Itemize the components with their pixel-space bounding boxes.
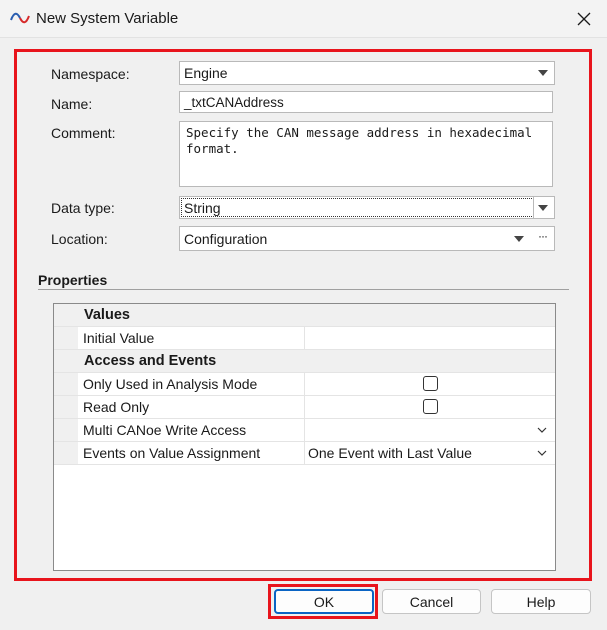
datatype-label: Data type: (51, 200, 115, 216)
property-row-events-assignment[interactable]: Events on Value Assignment One Event wit… (54, 442, 555, 465)
row-gutter (54, 373, 78, 395)
title-bar: New System Variable (0, 0, 607, 38)
read-only-checkbox[interactable] (423, 399, 438, 414)
row-gutter (54, 396, 78, 418)
dropdown-arrow-icon (514, 235, 524, 242)
location-label: Location: (51, 231, 108, 247)
column-divider (304, 373, 305, 395)
property-row-analysis-mode[interactable]: Only Used in Analysis Mode (54, 373, 555, 396)
name-value: _txtCANAddress (184, 94, 284, 110)
section-divider (38, 289, 569, 290)
column-divider (304, 396, 305, 418)
row-gutter (54, 419, 78, 441)
name-label: Name: (51, 96, 93, 112)
chevron-down-icon[interactable] (537, 425, 547, 435)
property-name: Initial Value (83, 330, 155, 346)
category-values: Values (84, 307, 130, 323)
properties-grid[interactable]: Values Initial Value Access and Events O… (53, 303, 556, 571)
datatype-value: String (184, 199, 221, 216)
row-gutter (54, 327, 78, 349)
location-combobox[interactable]: Configuration ··· (179, 226, 555, 251)
chevron-down-icon[interactable] (537, 448, 547, 458)
focus-rect (181, 198, 534, 217)
analysis-mode-checkbox[interactable] (423, 376, 438, 391)
property-name: Only Used in Analysis Mode (83, 376, 258, 392)
row-gutter (54, 442, 78, 464)
property-value[interactable]: One Event with Last Value (308, 445, 472, 461)
cancel-button[interactable]: Cancel (382, 589, 481, 614)
property-row-read-only[interactable]: Read Only (54, 396, 555, 419)
namespace-label: Namespace: (51, 66, 130, 82)
properties-heading: Properties (38, 272, 108, 288)
dropdown-arrow-icon (538, 70, 548, 76)
category-access-events: Access and Events (84, 353, 217, 369)
window-title: New System Variable (36, 10, 179, 27)
namespace-value: Engine (184, 65, 228, 81)
property-name: Read Only (83, 399, 150, 415)
signal-wave-icon (10, 12, 30, 24)
namespace-combobox[interactable]: Engine (179, 61, 555, 85)
property-name: Events on Value Assignment (83, 445, 261, 461)
browse-button[interactable]: ··· (538, 229, 548, 243)
property-name: Multi CANoe Write Access (83, 422, 247, 438)
category-row[interactable]: Access and Events (54, 350, 555, 373)
name-input[interactable]: _txtCANAddress (179, 91, 553, 113)
comment-label: Comment: (51, 125, 116, 141)
property-row-initial-value[interactable]: Initial Value (54, 327, 555, 350)
combo-divider (533, 197, 534, 218)
ok-button[interactable]: OK (274, 589, 374, 614)
category-row[interactable]: Values (54, 304, 555, 327)
dropdown-arrow-icon (538, 204, 548, 211)
property-row-multi-write[interactable]: Multi CANoe Write Access (54, 419, 555, 442)
datatype-combobox[interactable]: String (179, 196, 555, 219)
close-icon (577, 12, 591, 26)
help-button[interactable]: Help (491, 589, 591, 614)
close-button[interactable] (561, 0, 607, 38)
column-divider (304, 419, 305, 441)
column-divider (304, 442, 305, 464)
comment-textarea[interactable]: Specify the CAN message address in hexad… (179, 121, 553, 187)
column-divider (304, 327, 305, 349)
location-value: Configuration (184, 230, 268, 247)
